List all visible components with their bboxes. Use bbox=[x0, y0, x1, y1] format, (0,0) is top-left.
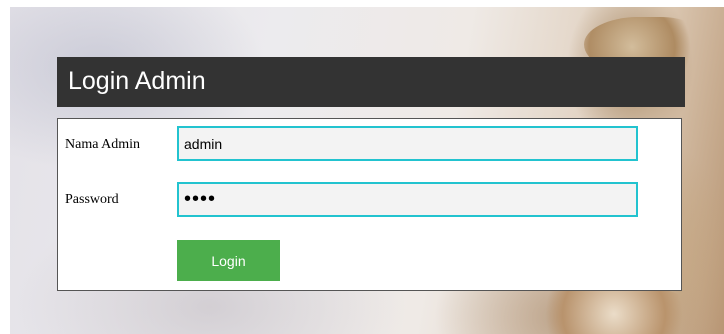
page-title: Login Admin bbox=[68, 67, 206, 95]
username-input[interactable] bbox=[177, 126, 638, 161]
username-label: Nama Admin bbox=[65, 137, 141, 152]
login-form: Nama Admin Password Login bbox=[57, 118, 682, 291]
login-header: Login Admin bbox=[57, 57, 685, 107]
background-decoration-bottom bbox=[534, 284, 694, 334]
password-input[interactable] bbox=[177, 182, 638, 217]
login-button[interactable]: Login bbox=[177, 240, 280, 281]
password-label: Password bbox=[65, 192, 119, 207]
login-page: Login Admin Nama Admin Password Login bbox=[0, 0, 724, 334]
